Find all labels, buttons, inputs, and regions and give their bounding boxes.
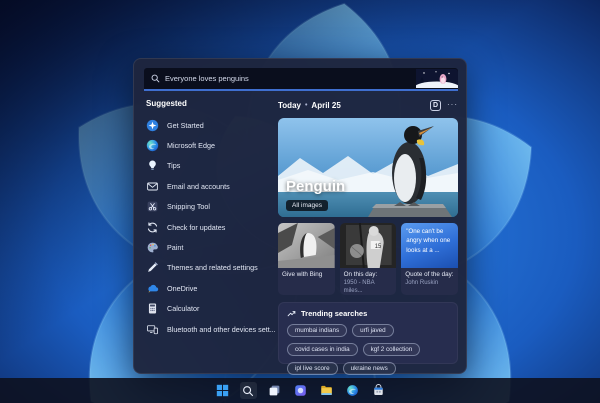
search-icon [151, 74, 160, 83]
start-button[interactable] [214, 382, 231, 399]
card-caption: On this day: [343, 271, 378, 278]
trending-pill[interactable]: mumbai indians [287, 324, 348, 337]
desktop: Suggested Get Started [0, 0, 600, 403]
quote-text: "One can't be angry when one looks at a … [401, 223, 458, 268]
on-this-day-photo: 15 [339, 223, 397, 268]
get-started-icon [146, 119, 159, 132]
card-caption: Quote of the day: [405, 271, 454, 278]
card-subcaption: John Ruskin [405, 280, 439, 287]
trending-pill-list: mumbai indians urfi javed covid cases in… [287, 324, 449, 375]
suggested-list: Get Started Microsoft Edge Tips Email an… [146, 115, 276, 339]
today-label: Today [278, 100, 301, 110]
pencil-icon [146, 261, 159, 274]
suggested-section: Suggested Get Started Microsoft Edge Tip… [146, 99, 276, 339]
refresh-icon [146, 221, 159, 234]
hero-image-card[interactable]: Penguin All images [278, 118, 458, 217]
suggested-item-snipping-tool[interactable]: Snipping Tool [146, 197, 276, 217]
search-flyout-panel: Suggested Get Started [133, 58, 467, 375]
suggested-item-label: Microsoft Edge [167, 141, 215, 151]
svg-text:15: 15 [374, 244, 381, 250]
all-images-button[interactable]: All images [286, 200, 328, 211]
envelope-icon [146, 180, 159, 193]
suggested-item-label: Email and accounts [167, 181, 230, 191]
trending-pill[interactable]: urfi javed [352, 324, 394, 337]
suggested-item-label: Get Started [167, 120, 204, 130]
suggested-item-paint[interactable]: Paint [146, 237, 276, 257]
feed-section: Today • April 25 D ··· Penguin All image… [278, 99, 458, 375]
suggested-item-onedrive[interactable]: OneDrive [146, 278, 276, 298]
hero-title: Penguin [286, 178, 346, 195]
trending-up-icon [287, 311, 296, 317]
suggested-title: Suggested [146, 99, 187, 108]
suggested-item-check-updates[interactable]: Check for updates [146, 217, 276, 237]
suggested-item-label: OneDrive [167, 283, 198, 293]
card-subcaption: 1950 - NBA miles... [343, 280, 375, 294]
search-bar[interactable] [144, 68, 458, 91]
card-give-with-bing[interactable]: Give with Bing [278, 223, 335, 295]
trending-searches-panel: Trending searches mumbai indians urfi ja… [278, 302, 458, 375]
penguin-doodle-icon[interactable] [416, 69, 458, 88]
lightbulb-icon [146, 159, 159, 172]
suggested-item-label: Tips [167, 161, 181, 171]
search-input[interactable] [165, 74, 411, 83]
palette-icon [146, 241, 159, 254]
trending-pill[interactable]: ukraine news [342, 362, 396, 375]
taskbar-search-button[interactable] [239, 382, 257, 399]
suggested-item-calculator[interactable]: Calculator [146, 299, 276, 319]
feed-card-row: Give with Bing 15 On this day: 1950 - NB… [278, 223, 458, 295]
date-label: April 25 [311, 100, 341, 110]
suggested-item-tips[interactable]: Tips [146, 156, 276, 176]
suggested-item-label: Themes and related settings [167, 263, 258, 273]
date-separator: • [304, 101, 308, 109]
suggested-item-themes-settings[interactable]: Themes and related settings [146, 258, 276, 278]
suggested-item-label: Calculator [167, 304, 200, 314]
trending-pill[interactable]: covid cases in india [287, 343, 358, 356]
devices-icon [146, 323, 159, 336]
suggested-item-bluetooth-devices[interactable]: Bluetooth and other devices sett... [146, 319, 276, 339]
store-button[interactable] [370, 382, 387, 399]
scissors-icon [146, 200, 159, 213]
suggested-item-microsoft-edge[interactable]: Microsoft Edge [146, 135, 276, 155]
taskbar-edge-button[interactable] [344, 382, 361, 399]
suggested-item-label: Snipping Tool [167, 202, 211, 212]
more-options-icon[interactable]: ··· [447, 101, 458, 109]
profile-badge[interactable]: D [430, 99, 441, 111]
card-caption: Give with Bing [282, 271, 323, 278]
suggested-item-label: Paint [167, 243, 184, 253]
calculator-icon [146, 302, 159, 315]
give-with-bing-photo [278, 223, 335, 268]
trending-pill[interactable]: kgf 2 collection [362, 343, 421, 356]
widgets-button[interactable] [292, 382, 309, 399]
taskbar [0, 378, 600, 403]
suggested-item-label: Bluetooth and other devices sett... [167, 324, 276, 334]
cloud-icon [146, 282, 159, 295]
suggested-item-get-started[interactable]: Get Started [146, 115, 276, 135]
edge-icon [146, 139, 159, 152]
trending-pill[interactable]: ipl live score [287, 362, 338, 375]
file-explorer-button[interactable] [318, 382, 335, 399]
trending-title: Trending searches [301, 309, 368, 318]
task-view-button[interactable] [266, 382, 283, 399]
suggested-item-label: Check for updates [167, 222, 226, 232]
feed-header: Today • April 25 D ··· [278, 99, 458, 111]
card-on-this-day[interactable]: 15 On this day: 1950 - NBA miles... [339, 223, 397, 295]
card-quote-of-the-day[interactable]: "One can't be angry when one looks at a … [401, 223, 458, 295]
suggested-item-email-accounts[interactable]: Email and accounts [146, 176, 276, 196]
